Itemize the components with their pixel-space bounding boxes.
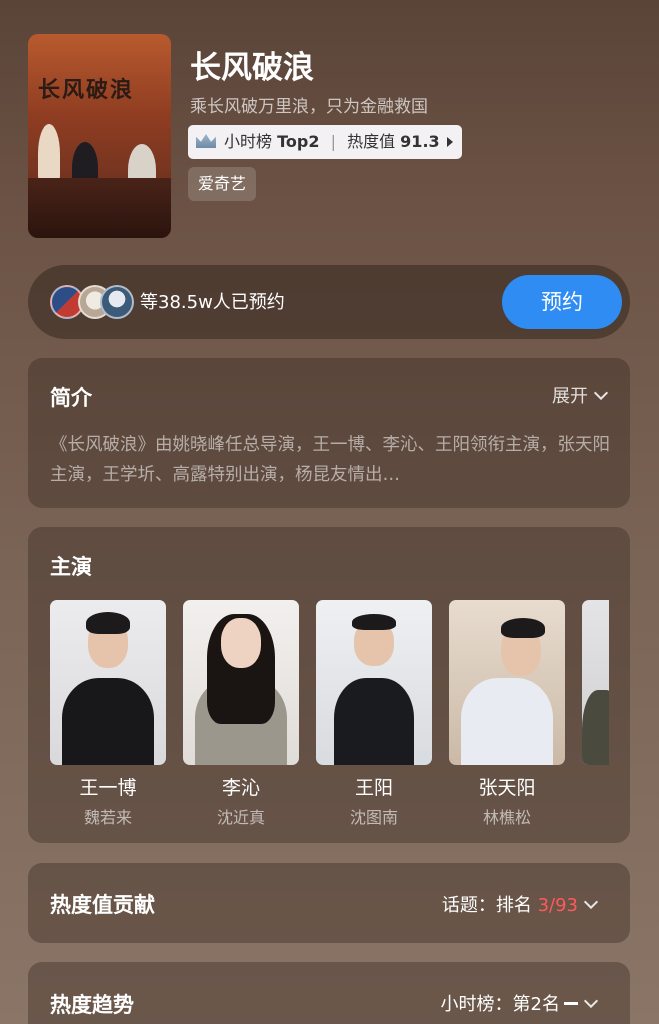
cast-photo: [316, 600, 432, 765]
trend-label: 小时榜：第2名: [440, 994, 560, 1015]
cast-name: 王阳: [354, 777, 393, 799]
cast-role: 沈近真: [216, 808, 265, 827]
rank-label: 小时榜: [224, 132, 273, 151]
cast-photo: [449, 600, 565, 765]
expand-label: 展开: [552, 386, 588, 407]
show-title: 长风破浪: [190, 50, 314, 86]
contribution-label: 话题：排名: [441, 895, 532, 916]
rank-badge[interactable]: 小时榜 Top2 | 热度值 91.3: [188, 125, 462, 159]
cast-item[interactable]: [582, 600, 609, 765]
chevron-down-icon: [583, 894, 599, 910]
figure-body: [62, 678, 154, 765]
contribution-rank: 3/93: [537, 895, 578, 916]
chevron-down-icon: [593, 385, 609, 401]
intro-title: 简介: [50, 386, 92, 410]
reserve-button[interactable]: 预约: [502, 275, 622, 329]
figure-hair: [501, 618, 545, 638]
cast-list[interactable]: 王一博 魏若来 李沁 沈近真 王阳 沈图南 张天阳 林樵松: [50, 600, 609, 832]
cast-card: 主演 王一博 魏若来 李沁 沈近真 王阳 沈图南 张天阳 林樵松: [28, 527, 630, 843]
cast-title: 主演: [50, 555, 92, 579]
cast-name: 张天阳: [478, 777, 536, 799]
arrow-right-icon: [446, 137, 453, 147]
heat-value: 91.3: [400, 132, 440, 151]
poster-title: 长风破浪: [38, 77, 135, 103]
cast-photo: [582, 600, 609, 765]
trend-flat-icon: [564, 1001, 578, 1005]
cast-role: 林樵松: [482, 808, 531, 827]
figure-body: [582, 690, 609, 765]
cast-name: 王一博: [79, 777, 137, 799]
poster-table: [28, 178, 171, 238]
avatar: [100, 285, 134, 319]
show-header: 长风破浪 长风破浪 乘长风破万里浪，只为金融救国 小时榜 Top2 | 热度值 …: [28, 34, 632, 238]
cast-photo: [183, 600, 299, 765]
reservation-bar: 等38.5w人已预约 预约: [28, 265, 630, 339]
platform-tag[interactable]: 爱奇艺: [188, 167, 257, 201]
figure-body: [461, 678, 553, 765]
figure-body: [334, 678, 414, 765]
intro-text: 《长风破浪》由姚晓峰任总导演，王一博、李沁、王阳领衔主演，张天阳主演，王学圻、高…: [50, 435, 610, 485]
chevron-down-icon: [583, 993, 599, 1009]
cast-item[interactable]: 李沁 沈近真: [183, 600, 299, 828]
trend-dropdown[interactable]: 小时榜：第2名: [440, 990, 599, 1016]
cast-role: 魏若来: [83, 808, 132, 827]
contribution-title: 热度值贡献: [50, 893, 155, 917]
poster-figure: [38, 124, 60, 184]
cast-photo: [50, 600, 166, 765]
expand-button[interactable]: 展开: [552, 382, 609, 408]
cast-item[interactable]: 王阳 沈图南: [316, 600, 432, 828]
intro-card: 简介 展开 《长风破浪》由姚晓峰任总导演，王一博、李沁、王阳领衔主演，张天阳主演…: [28, 358, 630, 508]
figure-hair: [352, 614, 396, 630]
cast-name: 李沁: [221, 777, 260, 799]
crown-icon: [196, 134, 216, 148]
heat-label: 热度值: [347, 132, 396, 151]
contribution-dropdown[interactable]: 话题：排名 3/93: [441, 891, 599, 917]
trend-title: 热度趋势: [50, 993, 134, 1017]
heat-contribution-card[interactable]: 热度值贡献 话题：排名 3/93: [28, 863, 630, 943]
figure-head: [221, 618, 261, 668]
reservation-count: 等38.5w人已预约: [140, 292, 285, 313]
cast-role: 沈图南: [349, 808, 398, 827]
rank-value: Top2: [277, 132, 320, 151]
poster-image[interactable]: 长风破浪: [28, 34, 171, 238]
cast-item[interactable]: 王一博 魏若来: [50, 600, 166, 828]
cast-item[interactable]: 张天阳 林樵松: [449, 600, 565, 828]
show-subtitle: 乘长风破万里浪，只为金融救国: [190, 97, 428, 117]
divider: |: [330, 132, 336, 151]
heat-trend-card[interactable]: 热度趋势 小时榜：第2名: [28, 962, 630, 1024]
figure-hair: [86, 612, 130, 634]
